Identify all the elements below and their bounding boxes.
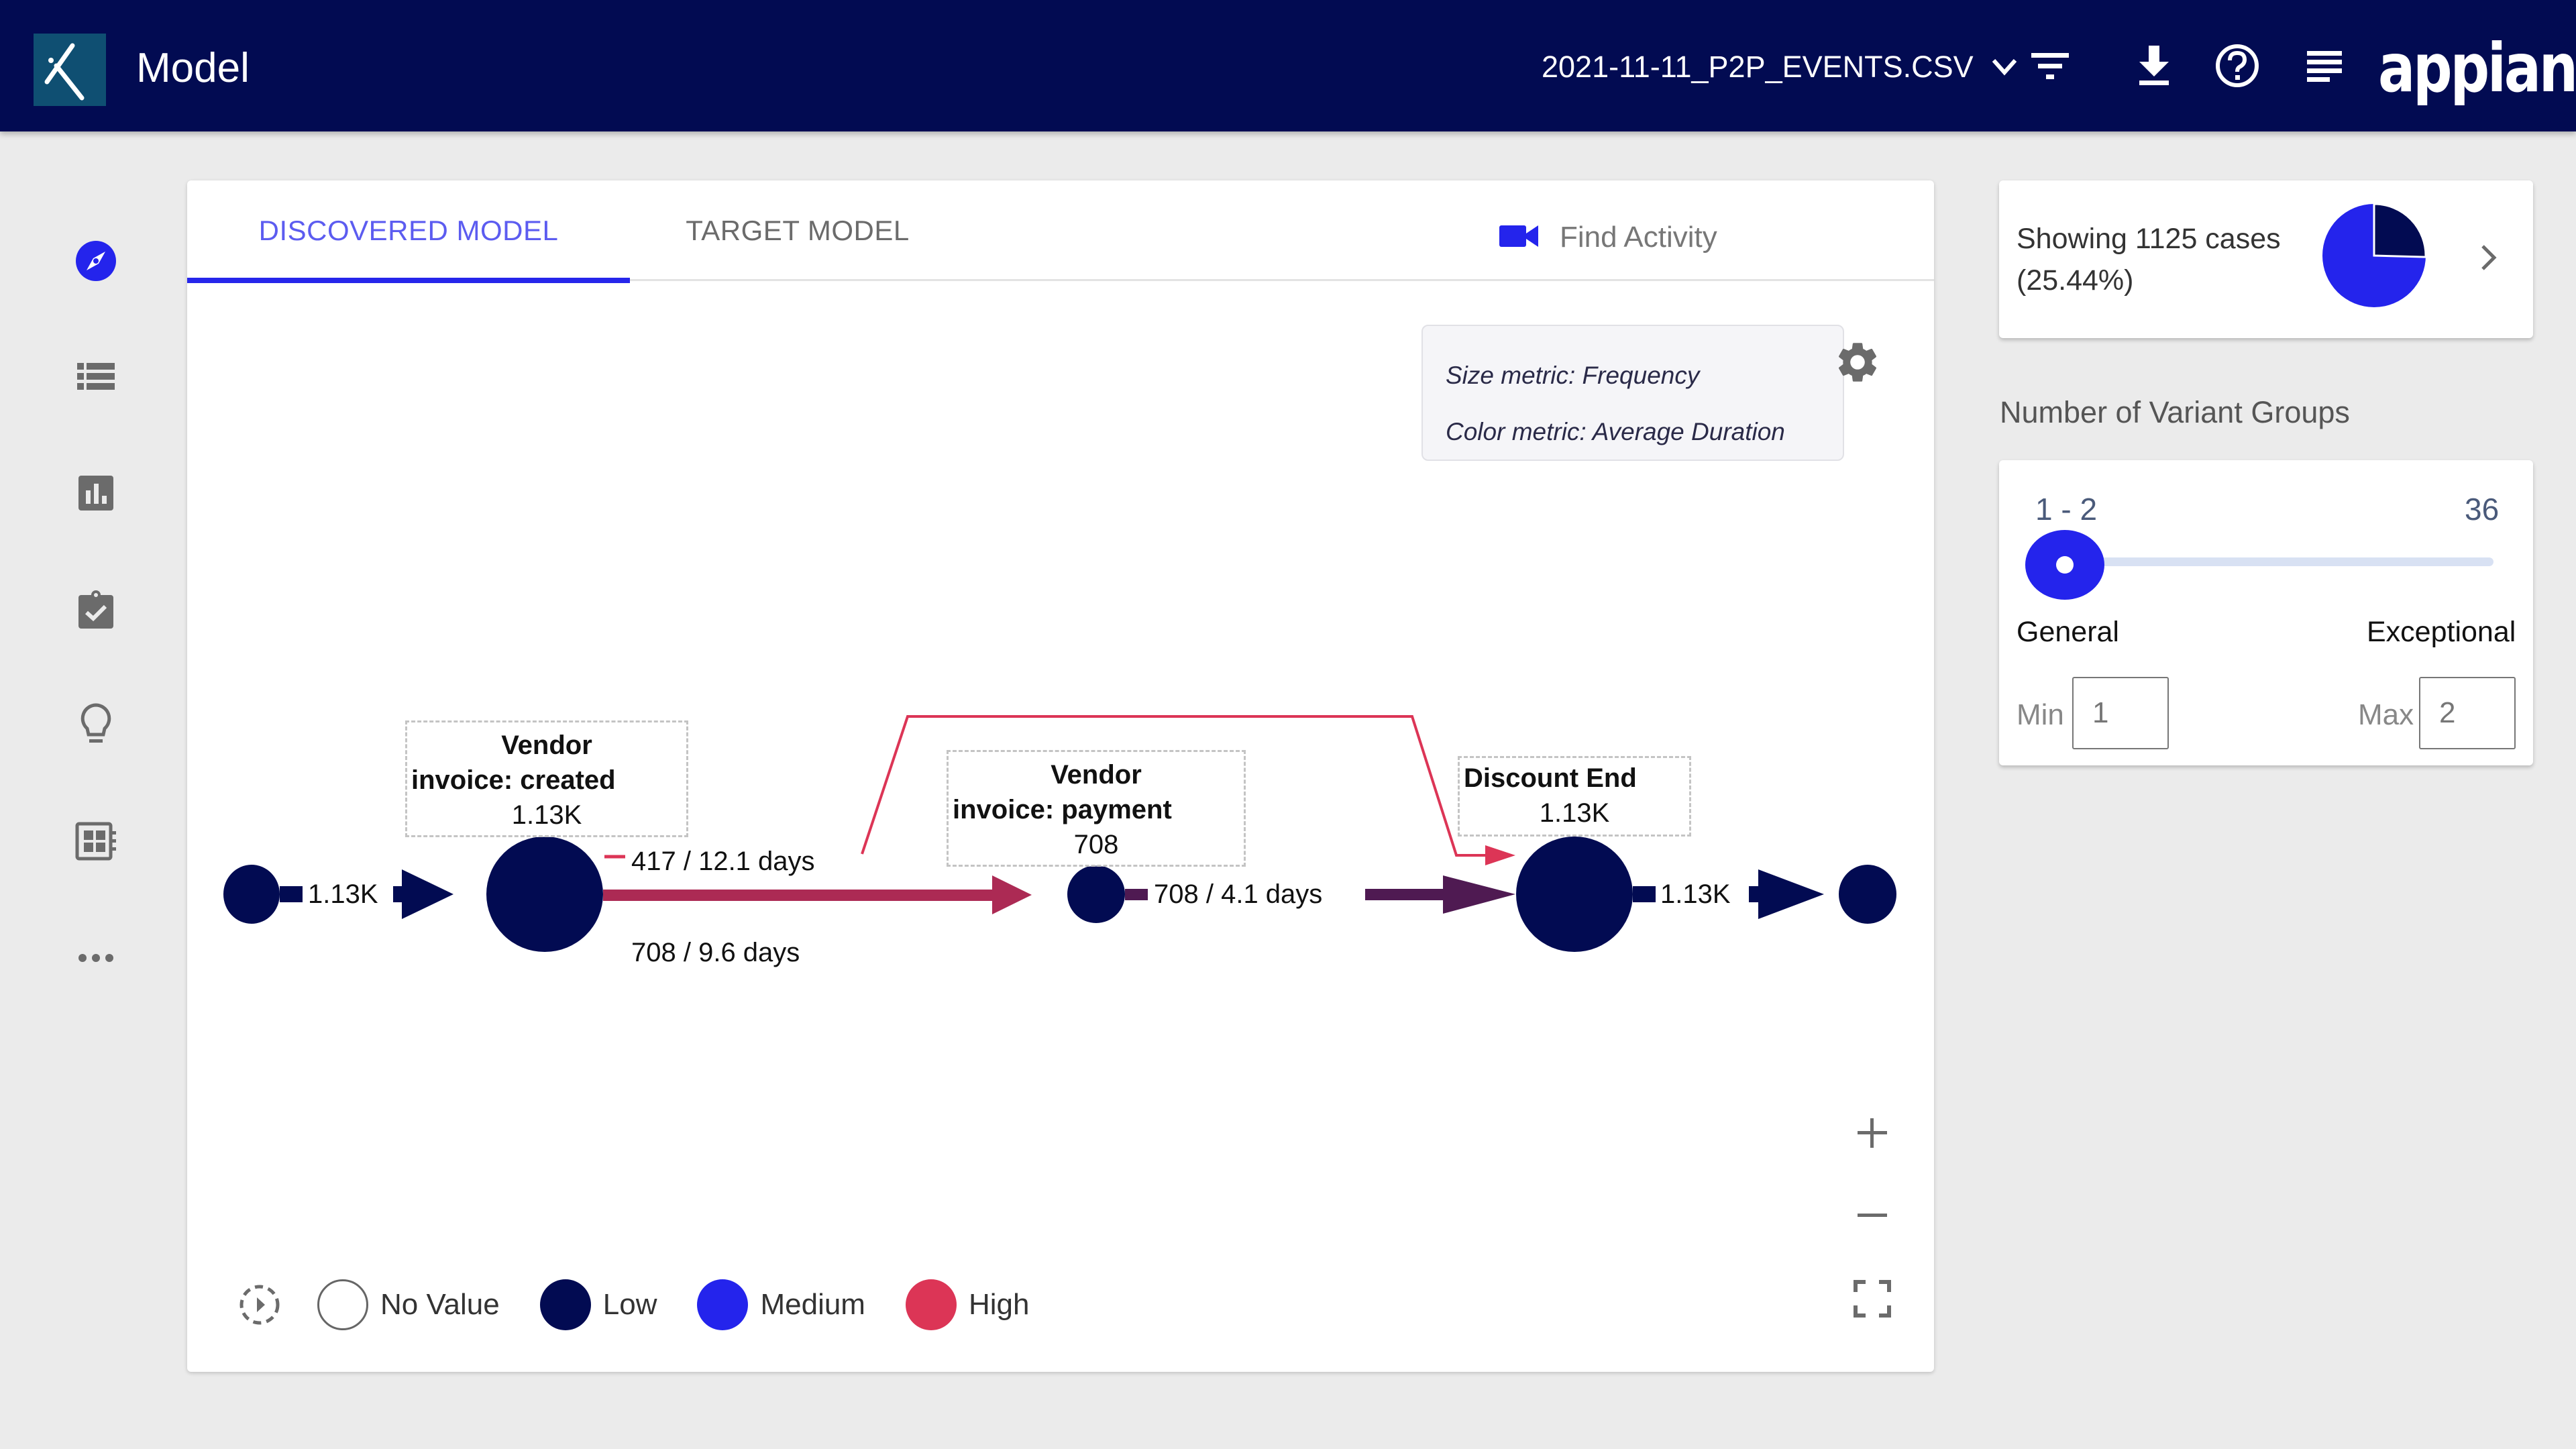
legend-medium: Medium [697,1279,865,1330]
min-label: Min [2017,698,2064,731]
end-node[interactable] [1839,865,1896,924]
node-count: 1.13K [1539,798,1610,828]
replay-icon[interactable] [234,1279,285,1330]
color-metric-label: Color metric: Average Duration [1446,418,1785,445]
node-discount-end[interactable] [1516,837,1633,952]
variant-groups-card: 1 - 2 36 General Exceptional Min Max [1999,460,2533,765]
size-metric-label: Size metric: Frequency [1446,362,1700,389]
compass-icon[interactable] [72,237,119,284]
cases-pie-chart [2322,203,2427,307]
dashboard-icon[interactable] [72,818,119,865]
edge-discount-end-arrow[interactable] [1758,869,1824,919]
cases-text: Showing 1125 cases (25.44%) [2017,218,2281,301]
edge-label-created-payment: 708 / 9.6 days [631,938,800,967]
logo-icon[interactable] [34,34,106,106]
file-selector[interactable]: 2021-11-11_P2P_EVENTS.CSV [1542,47,2019,87]
video-camera-icon [1499,223,1540,253]
node-name-line2: invoice: payment [953,795,1172,824]
lightbulb-icon[interactable] [72,701,119,748]
exceptional-label: Exceptional [2367,616,2516,648]
node-count: 1.13K [511,800,582,830]
tab-discovered-model[interactable]: DISCOVERED MODEL [187,180,630,283]
more-icon[interactable] [72,934,119,981]
general-label: General [2017,616,2119,648]
node-label-vendor-invoice-created: Vendor invoice: created 1.13K [405,720,688,837]
edge-payment-discount[interactable] [1365,889,1449,900]
node-label-vendor-invoice-payment: Vendor invoice: payment 708 [947,750,1246,867]
legend-low: Low [539,1279,657,1330]
selected-range-label: 1 - 2 [2035,492,2098,527]
find-activity-label: Find Activity [1560,221,1717,254]
legend-dot-no-value [317,1279,368,1330]
list-icon[interactable] [72,353,119,400]
edge-created-payment[interactable] [603,890,999,901]
edge-created-payment-arrow [992,875,1032,914]
edge-payment-discount-tail [1125,889,1148,900]
legend-label: Medium [760,1288,865,1321]
edge-label-start: 1.13K [308,879,378,909]
chevron-right-icon[interactable] [2469,234,2509,281]
gear-icon[interactable] [1833,338,1882,386]
edge-label-payment-discount: 708 / 4.1 days [1154,879,1323,909]
pie-slice-shown [2373,203,2427,258]
filter-icon[interactable] [2027,42,2074,90]
edge-start-created-arrow[interactable] [402,869,453,919]
min-input[interactable] [2072,677,2169,749]
node-count: 708 [1073,830,1119,859]
edge-discount-end-tail [1633,886,1656,902]
start-node[interactable] [223,865,280,924]
max-label: Max [2358,698,2414,731]
menu-icon[interactable] [2301,42,2348,90]
edge-payment-discount-arrow [1443,875,1515,914]
clipboard-check-icon[interactable] [72,586,119,633]
legend-no-value: No Value [317,1279,500,1330]
metric-info-box: Size metric: Frequency Color metric: Ave… [1421,325,1844,461]
cases-count: Showing 1125 cases [2017,223,2281,255]
node-name-line1: Vendor [501,731,592,760]
edge-created-discount-arrow [1485,845,1515,865]
process-model-panel: DISCOVERED MODEL TARGET MODEL Find Activ… [187,180,1934,1372]
node-label-discount-end: Discount End 1.13K [1458,756,1691,837]
appian-logo: appian [2378,29,2576,107]
download-icon[interactable] [2131,42,2178,90]
model-tabs: DISCOVERED MODEL TARGET MODEL Find Activ… [187,180,1934,283]
tab-target-model[interactable]: TARGET MODEL [630,180,965,281]
legend-label: No Value [380,1288,500,1321]
fullscreen-icon[interactable] [1845,1272,1899,1326]
variant-slider-thumb[interactable] [2025,530,2104,600]
legend-label: Low [602,1288,657,1321]
node-name-line2: invoice: created [411,765,616,795]
top-bar: Model 2021-11-11_P2P_EVENTS.CSV appian [0,0,2576,131]
bar-chart-icon[interactable] [72,470,119,517]
help-icon[interactable] [2214,42,2261,90]
node-vendor-invoice-created[interactable] [486,837,603,952]
legend-dot-high [905,1279,957,1330]
legend-label: High [968,1288,1030,1321]
variant-slider-track[interactable] [2080,557,2493,566]
edge-discount-end-shaft [1749,886,1760,902]
legend-dot-low [539,1279,591,1330]
chevron-down-icon [1990,47,2019,87]
edge-label-created-discount: 417 / 12.1 days [631,847,815,876]
file-name: 2021-11-11_P2P_EVENTS.CSV [1542,50,1974,84]
edge-label-end: 1.13K [1660,879,1731,909]
max-input[interactable] [2419,677,2516,749]
zoom-in-icon[interactable] [1845,1106,1899,1160]
edge-start-created-tail [280,886,303,902]
cases-percent: (25.44%) [2017,264,2134,297]
node-name-line1: Discount End [1464,763,1637,793]
node-name-line1: Vendor [1051,760,1142,790]
legend-dot-medium [697,1279,749,1330]
find-activity-button[interactable]: Find Activity [1499,214,1717,261]
variant-groups-title: Number of Variant Groups [2000,395,2350,429]
color-legend: No Value Low Medium High [234,1275,1069,1335]
app-title: Model [136,45,250,91]
cases-summary-card[interactable]: Showing 1125 cases (25.44%) [1999,180,2533,338]
zoom-out-icon[interactable] [1845,1189,1899,1242]
node-vendor-invoice-payment[interactable] [1067,865,1125,923]
legend-high: High [905,1279,1030,1330]
max-range-label: 36 [2465,492,2500,527]
